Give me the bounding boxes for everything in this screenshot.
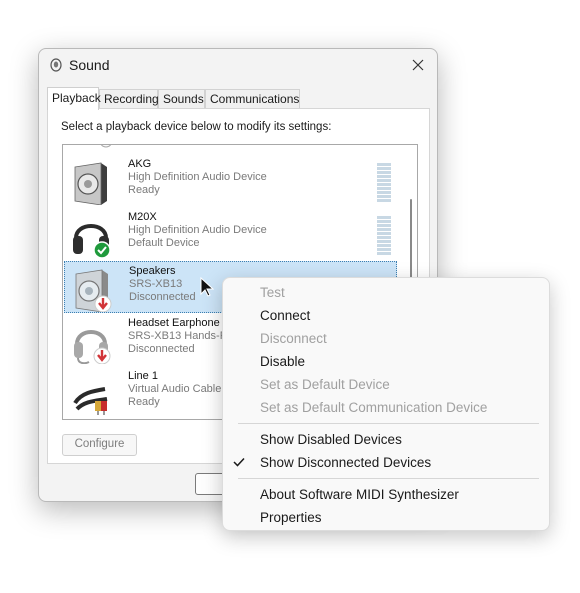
menu-item-set-default-communication-device[interactable]: Set as Default Communication Device	[223, 396, 549, 419]
device-text: Headset Earphone SRS-XB13 Hands-Fr Disco…	[128, 317, 230, 356]
device-status: Disconnected	[128, 343, 195, 355]
device-text: AKG High Definition Audio Device Ready	[128, 158, 267, 197]
sound-app-icon	[50, 58, 62, 72]
window-title: Sound	[69, 57, 110, 73]
menu-separator	[238, 423, 539, 424]
device-text: Speakers SRS-XB13 Disconnected	[129, 265, 196, 304]
device-context-menu: Test Connect Disconnect Disable Set as D…	[222, 277, 550, 531]
headset-icon	[74, 330, 111, 364]
menu-item-set-default-device[interactable]: Set as Default Device	[223, 373, 549, 396]
menu-separator	[238, 478, 539, 479]
device-description: Virtual Audio Cable	[128, 383, 222, 395]
device-text: M20X High Definition Audio Device Defaul…	[128, 211, 267, 250]
device-name: Line 1	[128, 370, 158, 382]
tab-communications[interactable]: Communications	[205, 89, 300, 108]
device-item-akg[interactable]: AKG High Definition Audio Device Ready	[64, 155, 397, 207]
tab-playback[interactable]: Playback	[47, 87, 101, 110]
menu-item-properties[interactable]: Properties	[223, 506, 549, 529]
device-text: Line 1 Virtual Audio Cable Ready	[128, 370, 221, 409]
tab-sounds[interactable]: Sounds	[158, 89, 205, 108]
device-status: Ready	[128, 396, 160, 408]
menu-item-test[interactable]: Test	[223, 281, 549, 304]
menu-item-show-disabled-devices[interactable]: Show Disabled Devices	[223, 428, 549, 451]
device-name: Speakers	[129, 265, 176, 277]
configure-button[interactable]: Configure	[62, 434, 137, 456]
audio-cable-icon	[73, 387, 108, 415]
device-item-m20x[interactable]: M20X High Definition Audio Device Defaul…	[64, 208, 397, 260]
device-status: Disconnected	[129, 291, 196, 303]
volume-meter	[377, 163, 391, 203]
device-status: Ready	[128, 184, 160, 196]
menu-item-show-disconnected-devices[interactable]: Show Disconnected Devices	[223, 451, 549, 474]
device-name: AKG	[128, 158, 152, 170]
close-icon	[412, 59, 424, 71]
device-description: High Definition Audio Device	[128, 224, 267, 236]
device-description: SRS-XB13 Hands-Fr	[128, 330, 231, 342]
menu-item-about-midi-synth[interactable]: About Software MIDI Synthesizer	[223, 483, 549, 506]
headphones-icon	[73, 224, 111, 258]
device-name: M20X	[128, 211, 157, 223]
device-status: Default Device	[128, 237, 200, 249]
close-button[interactable]	[405, 53, 431, 77]
device-description: High Definition Audio Device	[128, 171, 267, 183]
menu-item-disconnect[interactable]: Disconnect	[223, 327, 549, 350]
default-check-icon	[93, 241, 111, 258]
tab-recording[interactable]: Recording	[99, 89, 159, 108]
title-bar[interactable]: Sound	[39, 49, 437, 83]
speaker-icon	[75, 269, 112, 312]
device-description: SRS-XB13	[129, 278, 183, 290]
volume-meter	[377, 216, 391, 256]
menu-item-disable[interactable]: Disable	[223, 350, 549, 373]
device-icon-partial	[100, 145, 112, 148]
mouse-cursor-icon	[200, 277, 214, 297]
speaker-icon	[74, 162, 107, 205]
instructions-text: Select a playback device below to modify…	[61, 121, 332, 133]
device-name: Headset Earphone	[128, 317, 220, 329]
menu-item-connect[interactable]: Connect	[223, 304, 549, 327]
menu-item-show-disconnected-devices-row[interactable]: Show Disconnected Devices	[223, 451, 549, 474]
